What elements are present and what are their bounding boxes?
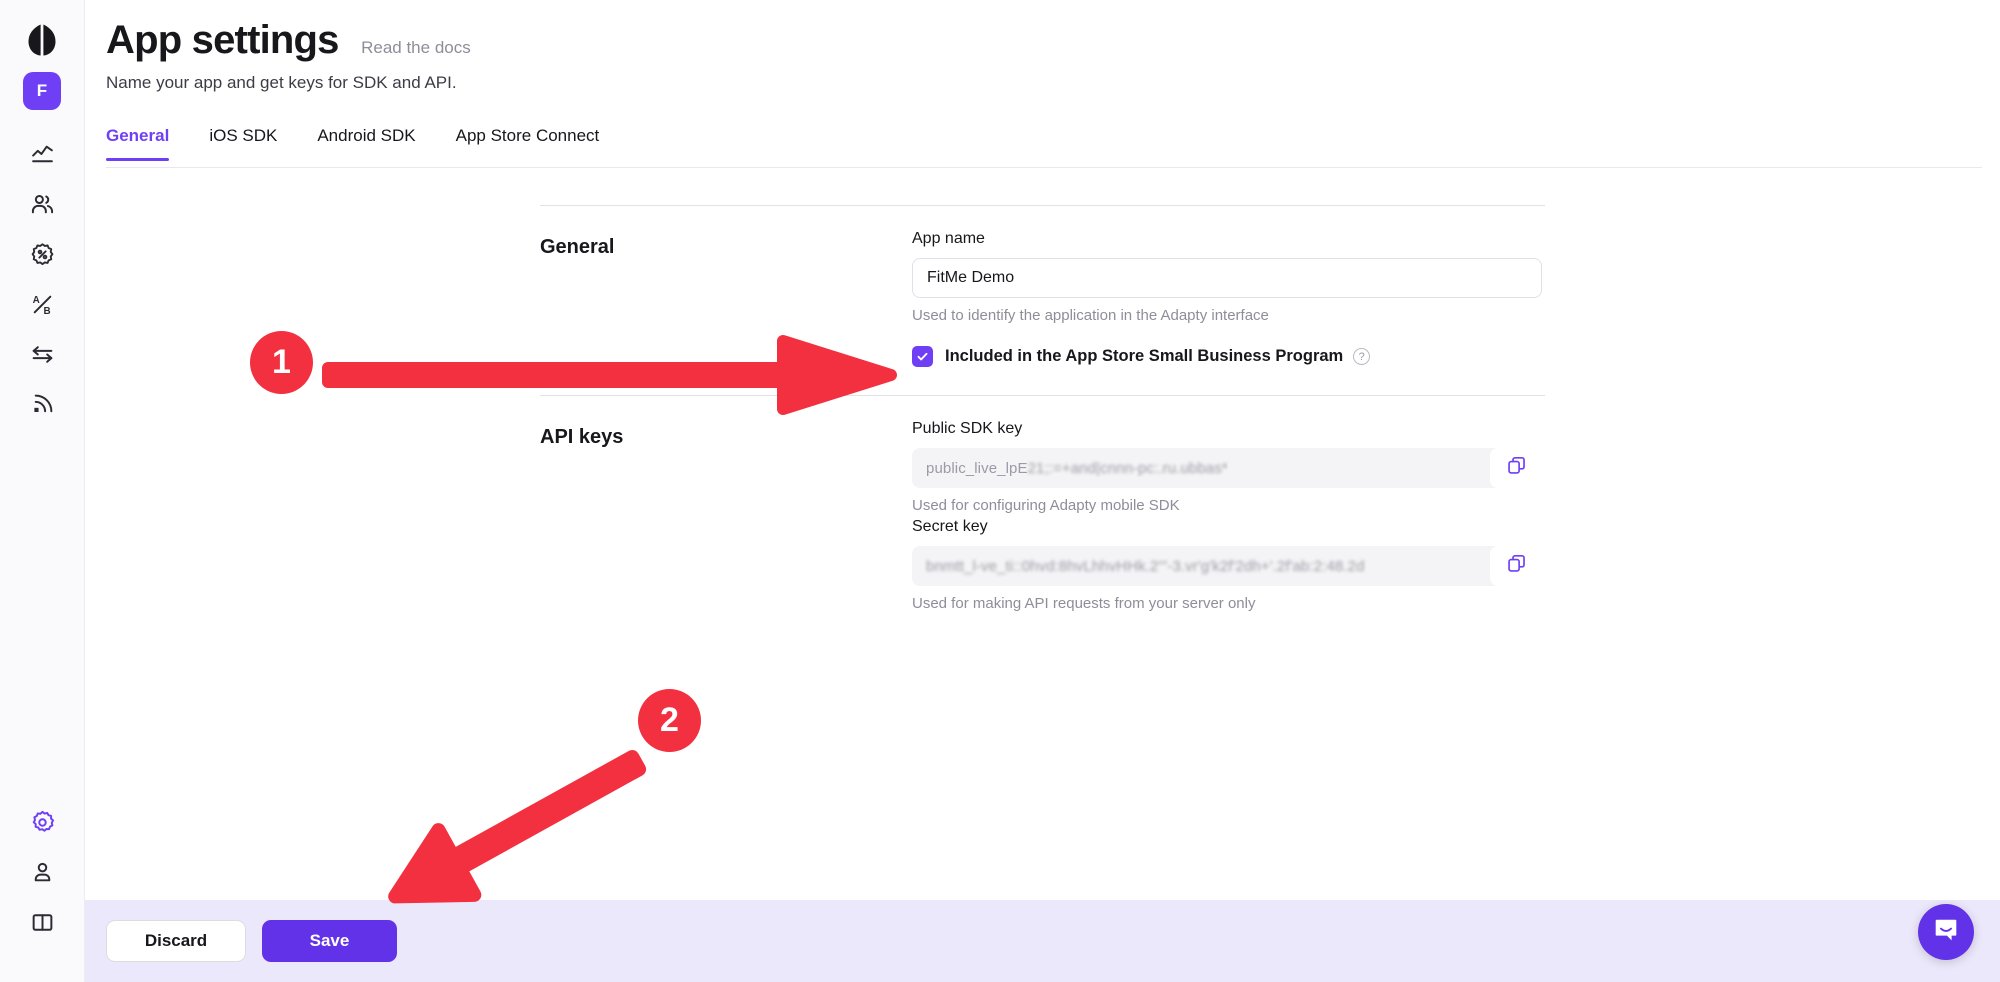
public-sdk-key-field[interactable]: public_live_lpE21;:=+and|cnnn-pc:.ru.ubb…: [912, 448, 1542, 488]
public-sdk-key-value: public_live_lpE21;:=+and|cnnn-pc:.ru.ubb…: [912, 460, 1228, 477]
sidebar-item-profile[interactable]: [17, 850, 69, 900]
sidebar-item-ab-tests[interactable]: A B: [16, 282, 68, 332]
tab-android-sdk[interactable]: Android SDK: [317, 126, 415, 160]
section-body-general: App name Used to identify the applicatio…: [912, 230, 1545, 395]
sidebar-item-promo-campaigns[interactable]: [16, 232, 68, 282]
save-button[interactable]: Save: [262, 920, 397, 962]
tab-app-store-connect[interactable]: App Store Connect: [456, 126, 600, 160]
section-api-keys: API keys Public SDK key public_live_lpE2…: [540, 396, 1545, 612]
gear-icon: [30, 810, 55, 840]
sbp-checkbox-row: Included in the App Store Small Business…: [912, 346, 1545, 395]
annotation-badge-2: 2: [638, 689, 701, 752]
secret-key-value: bnmtt_l-ve_ti::0hvd:8hvLhhvHHk.2'''-3.vr…: [926, 557, 1365, 575]
settings-form: General App name Used to identify the ap…: [540, 205, 1545, 612]
sidebar-item-documentation[interactable]: [17, 900, 69, 950]
form-action-bar: Discard Save: [85, 900, 2000, 982]
section-title-general: General: [540, 236, 615, 258]
checkmark-icon: [917, 352, 928, 361]
secret-key-field[interactable]: bnmtt_l-ve_ti::0hvd:8hvLhhvHHk.2'''-3.vr…: [912, 546, 1542, 586]
svg-text:A: A: [32, 295, 39, 306]
copy-secret-key-button[interactable]: [1490, 546, 1542, 586]
discount-badge-icon: [30, 242, 55, 272]
app-switcher-badge[interactable]: F: [23, 72, 61, 110]
secret-key-label: Secret key: [912, 518, 988, 535]
users-group-icon: [30, 192, 55, 222]
sidebar-nav: A B: [16, 132, 68, 432]
app-root: F A B App settings Read the docs Name yo…: [0, 0, 2000, 982]
tab-general[interactable]: General: [106, 126, 170, 161]
public-sdk-key-help: Used for configuring Adapty mobile SDK: [912, 497, 1180, 514]
help-circle-icon[interactable]: ?: [1353, 348, 1371, 365]
analytics-chart-icon: [30, 142, 55, 172]
app-name-label: App name: [912, 230, 985, 247]
chat-bubble-icon: [1931, 915, 1961, 950]
public-key-visible-part: public_live_lpE: [926, 459, 1028, 477]
sidebar-item-events[interactable]: [16, 382, 68, 432]
app-name-input[interactable]: [912, 258, 1542, 298]
read-the-docs-link[interactable]: Read the docs: [361, 38, 471, 58]
sidebar: F A B: [0, 0, 85, 982]
public-key-masked-part: 21;:=+and|cnnn-pc:.ru.ubbas*: [1027, 459, 1228, 477]
copy-icon: [1506, 455, 1527, 481]
svg-text:B: B: [43, 306, 50, 317]
user-profile-icon: [30, 860, 55, 890]
copy-icon: [1506, 553, 1527, 579]
section-body-api-keys: Public SDK key public_live_lpE21;:=+and|…: [912, 420, 1545, 612]
intercom-launcher-button[interactable]: [1918, 904, 1974, 960]
annotation-badge-1: 1: [250, 331, 313, 394]
sbp-checkbox-label: Included in the App Store Small Business…: [945, 347, 1344, 365]
copy-public-key-button[interactable]: [1490, 448, 1542, 488]
settings-tabs: General iOS SDK Android SDK App Store Co…: [106, 126, 1982, 168]
adapty-logo-icon[interactable]: [20, 18, 64, 62]
page-title: App settings: [106, 18, 339, 62]
sidebar-bottom-nav: [0, 800, 85, 950]
sidebar-item-analytics[interactable]: [16, 132, 68, 182]
sidebar-item-integrations[interactable]: [16, 332, 68, 382]
app-name-help: Used to identify the application in the …: [912, 307, 1269, 324]
sidebar-item-settings[interactable]: [17, 800, 69, 850]
book-docs-icon: [30, 910, 55, 940]
section-title-api-keys: API keys: [540, 426, 624, 448]
page-subtitle: Name your app and get keys for SDK and A…: [106, 73, 457, 92]
discard-button[interactable]: Discard: [106, 920, 246, 962]
page-header: App settings Read the docs Name your app…: [106, 18, 471, 93]
public-sdk-key-label: Public SDK key: [912, 420, 1023, 437]
secret-key-help: Used for making API requests from your s…: [912, 595, 1256, 612]
ab-test-icon: A B: [30, 292, 55, 322]
tab-ios-sdk[interactable]: iOS SDK: [209, 126, 277, 160]
events-broadcast-icon: [30, 392, 55, 422]
sbp-checkbox[interactable]: [912, 346, 933, 367]
section-general: General App name Used to identify the ap…: [540, 206, 1545, 395]
integrations-arrows-icon: [30, 342, 55, 372]
sidebar-item-users[interactable]: [16, 182, 68, 232]
